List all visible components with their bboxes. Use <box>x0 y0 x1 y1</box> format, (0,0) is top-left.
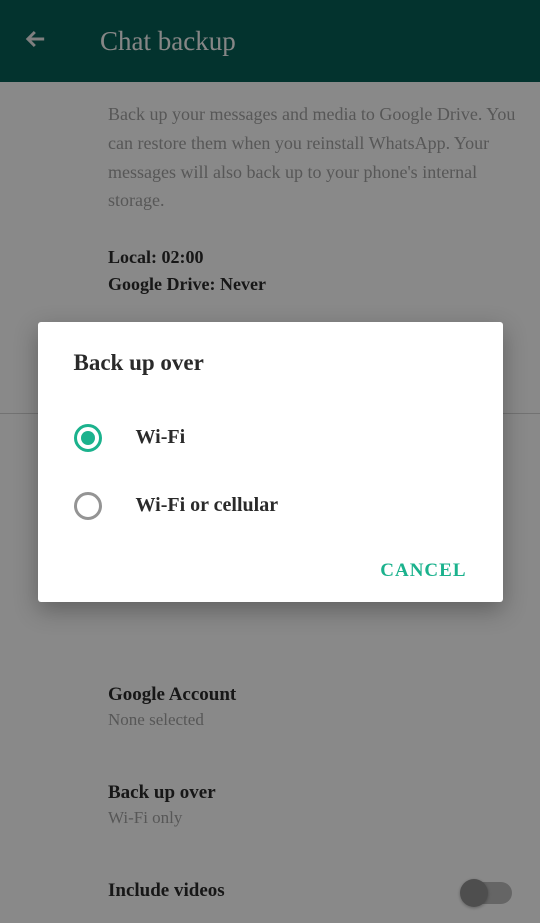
dialog-title: Back up over <box>38 350 503 376</box>
cancel-button[interactable]: CANCEL <box>380 560 466 582</box>
backup-over-dialog: Back up over Wi-Fi Wi-Fi or cellular CAN… <box>38 322 503 602</box>
radio-label: Wi-Fi <box>136 426 186 449</box>
modal-overlay[interactable]: Back up over Wi-Fi Wi-Fi or cellular CAN… <box>0 0 540 923</box>
radio-option-wifi-cellular[interactable]: Wi-Fi or cellular <box>38 472 503 540</box>
radio-unchecked-icon <box>74 492 102 520</box>
radio-option-wifi[interactable]: Wi-Fi <box>38 404 503 472</box>
radio-checked-icon <box>74 424 102 452</box>
radio-label: Wi-Fi or cellular <box>136 494 279 517</box>
dialog-actions: CANCEL <box>38 540 503 586</box>
